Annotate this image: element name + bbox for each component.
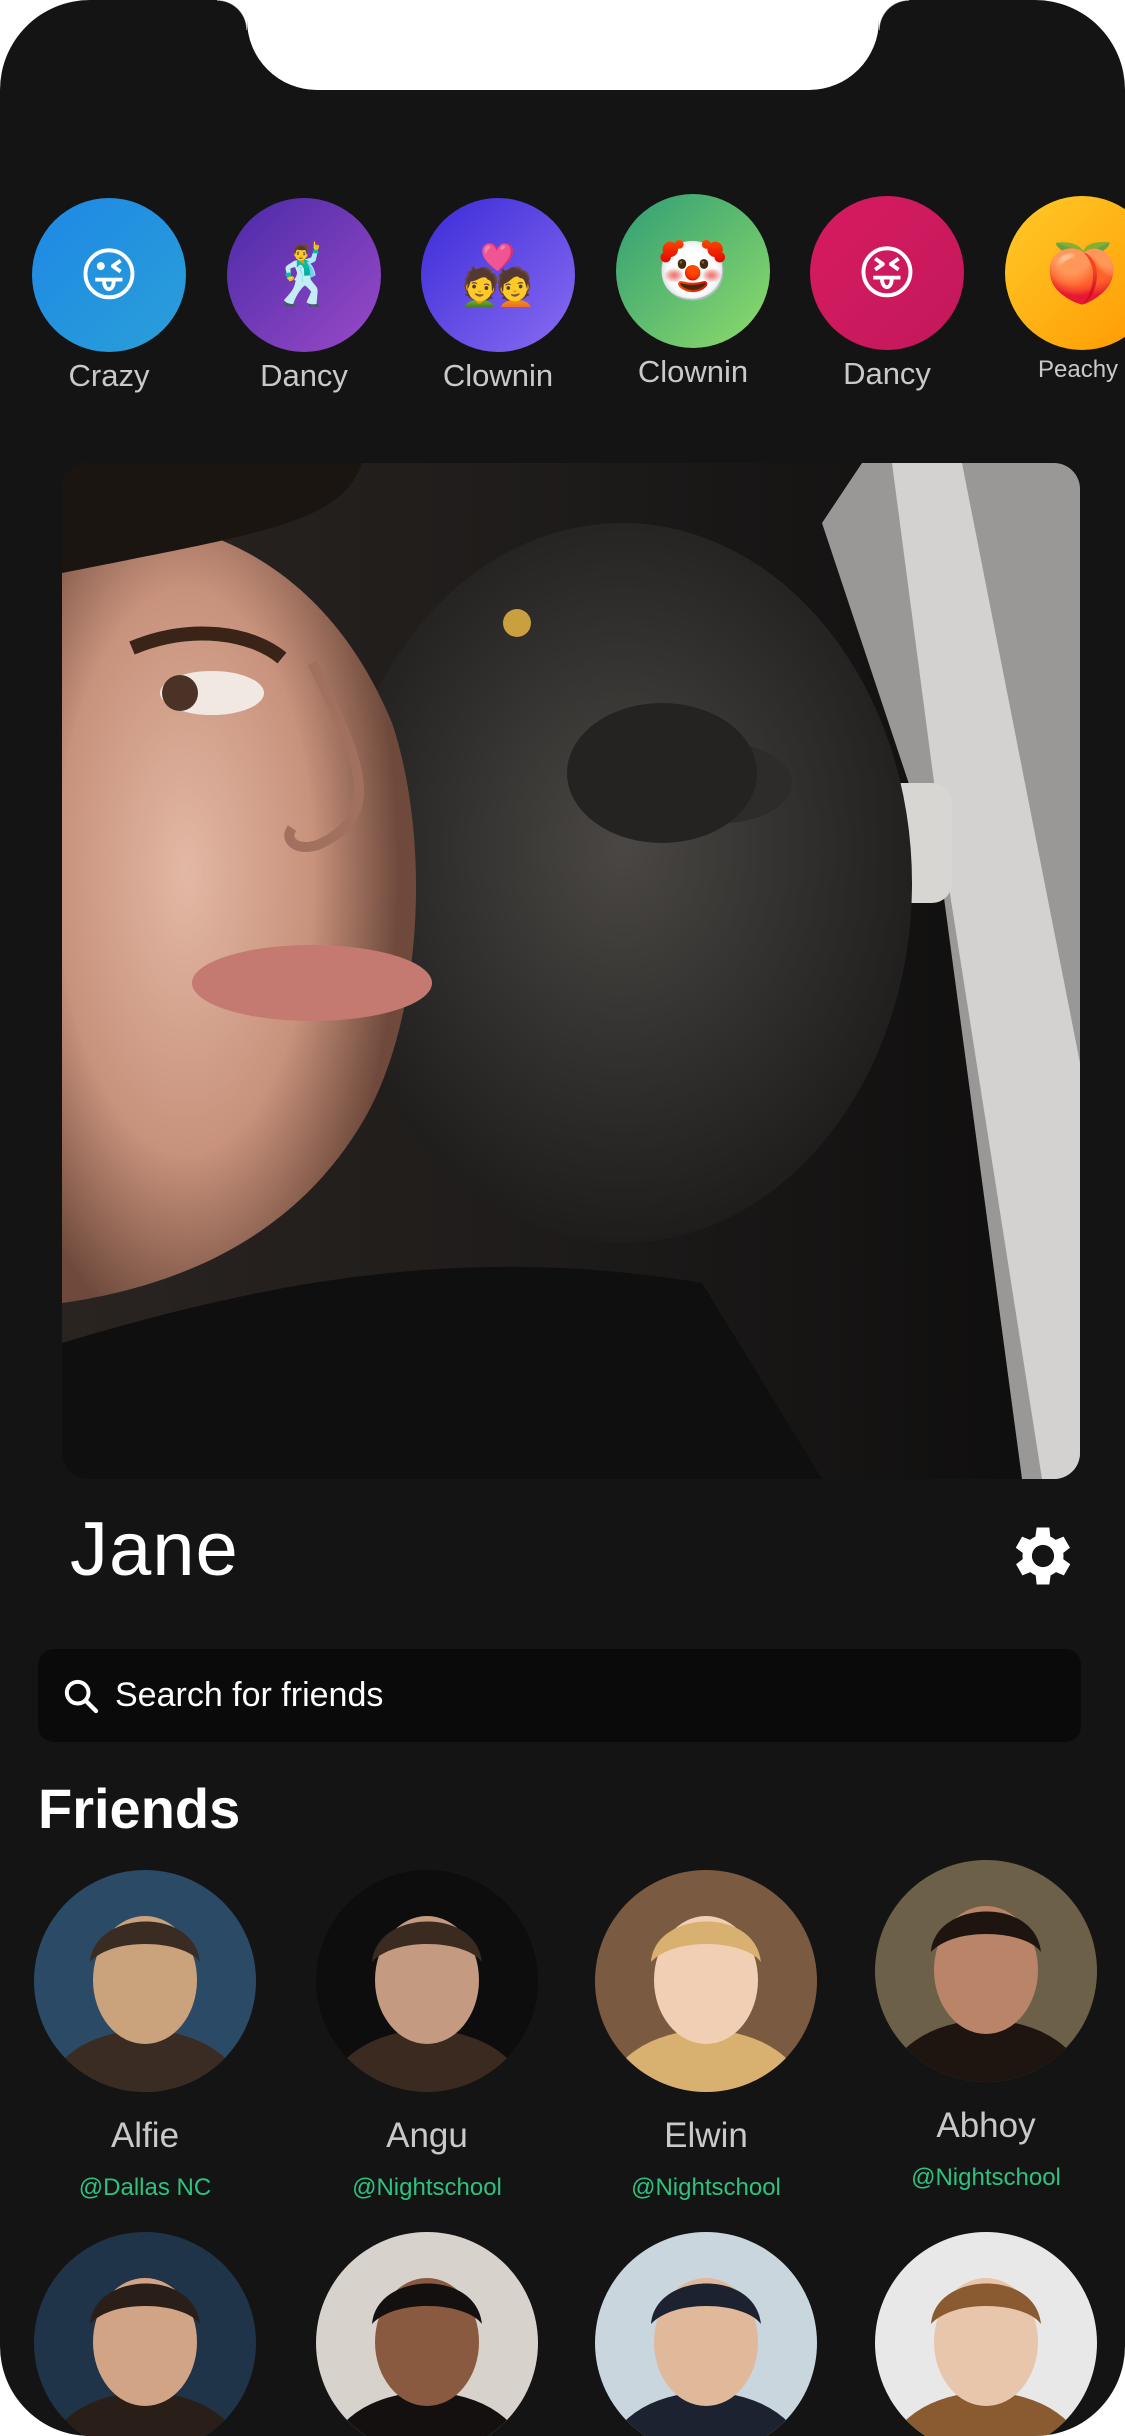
friend-avatar[interactable] [875, 1860, 1097, 2082]
search-bar[interactable] [38, 1649, 1081, 1742]
friend-avatar[interactable] [595, 1870, 817, 2092]
search-input[interactable] [113, 1675, 1017, 1716]
tongue-face-icon: 😝 [810, 196, 964, 350]
friend-avatar[interactable] [595, 2232, 817, 2436]
friend-card[interactable]: Elwin @Nightschool [566, 1870, 846, 2202]
friend-card[interactable]: Angu @Nightschool [287, 1870, 567, 2202]
story-label: Crazy [68, 358, 150, 393]
story-label: Dancy [843, 356, 931, 391]
friend-name: Angu [386, 2116, 468, 2155]
story-label: Dancy [260, 358, 348, 393]
friend-avatar[interactable] [316, 2232, 538, 2436]
friend-card[interactable]: Alfie @Dallas NC [5, 1870, 285, 2202]
friend-avatar[interactable] [875, 2232, 1097, 2436]
profile-photo[interactable] [62, 463, 1080, 1479]
app-screen: 😜 Crazy 🕺 Dancy 💑 Clownin 🤡 Clownin 😝 Dancy 🍑 Peach… [0, 0, 1125, 2436]
story-item[interactable]: 🕺 Dancy [224, 190, 384, 394]
crazy-face-icon: 😜 [32, 198, 186, 352]
profile-name: Jane [70, 1507, 239, 1592]
story-item[interactable]: 😝 Dancy [807, 188, 967, 392]
friend-card[interactable] [846, 2232, 1125, 2436]
friend-card[interactable] [566, 2232, 846, 2436]
dancing-man-icon: 🕺 [227, 198, 381, 352]
friend-avatar[interactable] [316, 1870, 538, 2092]
friend-handle: @Nightschool [631, 2174, 781, 2201]
story-item[interactable]: 🤡 Clownin [613, 186, 773, 390]
friend-name: Abhoy [936, 2106, 1036, 2145]
device-notch [217, 0, 909, 90]
story-item[interactable]: 💑 Clownin [418, 190, 578, 394]
friend-name: Alfie [110, 2116, 180, 2155]
friend-avatar[interactable] [34, 2232, 256, 2436]
couple-heart-icon: 💑 [421, 198, 575, 352]
friend-card[interactable] [287, 2232, 567, 2436]
story-label: Peachy [1038, 356, 1119, 383]
peach-icon: 🍑 [1005, 196, 1125, 350]
friend-handle: @Dallas NC [78, 2174, 212, 2201]
friend-handle: @Nightschool [352, 2174, 502, 2201]
story-label: Clownin [442, 358, 554, 393]
friend-card[interactable] [5, 2232, 285, 2436]
friend-card[interactable]: Abhoy @Nightschool [846, 1860, 1125, 2192]
friend-avatar[interactable] [34, 1870, 256, 2092]
profile-photo-image [62, 463, 1080, 1479]
search-icon [64, 1679, 99, 1713]
gear-icon[interactable] [1005, 1518, 1081, 1594]
friend-handle: @Nightschool [911, 2164, 1061, 2191]
friend-name: Elwin [664, 2116, 748, 2155]
friends-title: Friends [38, 1777, 241, 1840]
story-label: Clownin [637, 354, 749, 389]
story-item[interactable]: 🍑 Peachy [1002, 188, 1125, 384]
stories-row[interactable]: 😜 Crazy 🕺 Dancy 💑 Clownin 🤡 Clownin 😝 Dancy 🍑 Peach… [0, 190, 1125, 410]
clown-face-icon: 🤡 [616, 194, 770, 348]
story-item[interactable]: 😜 Crazy [29, 190, 189, 394]
